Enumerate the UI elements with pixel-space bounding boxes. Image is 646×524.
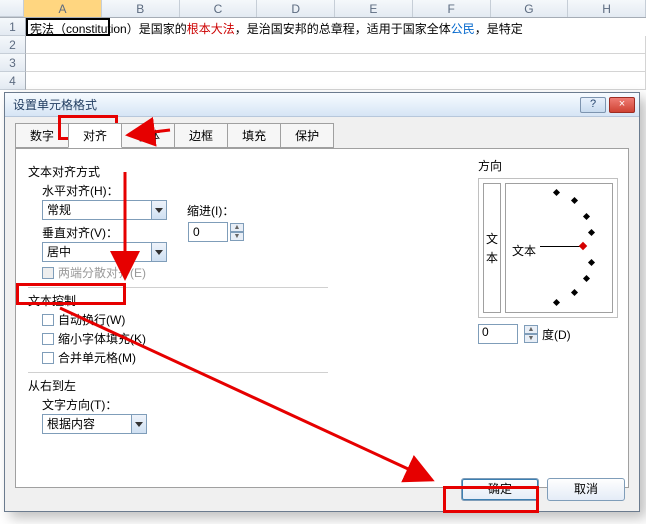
help-button[interactable]: ? — [580, 97, 606, 113]
tab-border[interactable]: 边框 — [174, 123, 228, 148]
indent-spinner[interactable]: ▲▼ — [230, 223, 244, 241]
select-all-corner[interactable] — [0, 0, 24, 17]
tab-fill[interactable]: 填充 — [227, 123, 281, 148]
text: 宪法（ — [30, 22, 66, 36]
cell-row-2[interactable] — [26, 36, 646, 54]
tab-alignment[interactable]: 对齐 — [68, 123, 122, 148]
col-header-g[interactable]: G — [491, 0, 569, 17]
text-direction-combo[interactable]: 根据内容 — [42, 414, 132, 434]
degree-label: 度(D) — [542, 326, 571, 343]
row-header-1[interactable]: 1 — [0, 18, 26, 36]
text-highlight: 根本大法 — [187, 22, 235, 36]
format-cells-dialog: 设置单元格格式 ? × 数字 对齐 字体 边框 填充 保护 文本对齐方式 水平对… — [4, 92, 640, 512]
dialog-title: 设置单元格格式 — [13, 96, 97, 113]
tab-protection[interactable]: 保护 — [280, 123, 334, 148]
col-header-b[interactable]: B — [102, 0, 180, 17]
col-header-c[interactable]: C — [180, 0, 258, 17]
text-direction-dropdown-button[interactable] — [131, 414, 147, 434]
cell-row-3[interactable] — [26, 54, 646, 72]
v-align-combo[interactable]: 居中 — [42, 242, 152, 262]
col-header-f[interactable]: F — [413, 0, 491, 17]
hyperlink[interactable]: 公民 — [451, 22, 475, 36]
text-direction-label: 文字方向(T)： — [42, 396, 616, 413]
chevron-down-icon — [155, 250, 163, 255]
degree-spinner[interactable]: ▲▼ — [524, 325, 538, 343]
tab-strip: 数字 对齐 字体 边框 填充 保护 — [15, 123, 633, 148]
degree-input[interactable]: 0 — [478, 324, 518, 344]
tab-number[interactable]: 数字 — [15, 123, 69, 148]
dial-handle-icon — [579, 242, 587, 250]
dial-text-label: 文本 — [512, 242, 536, 259]
ok-button[interactable]: 确定 — [461, 478, 539, 501]
chevron-down-icon — [155, 208, 163, 213]
v-align-dropdown-button[interactable] — [151, 242, 167, 262]
titlebar[interactable]: 设置单元格格式 ? × — [5, 93, 639, 117]
shrink-label: 缩小字体填充(K) — [58, 330, 146, 347]
row-header-3[interactable]: 3 — [0, 54, 26, 72]
col-header-a[interactable]: A — [24, 0, 102, 17]
dialog-body: 文本对齐方式 水平对齐(H)： 常规 缩进(I)： 0 ▲▼ 垂直对齐(V)： … — [15, 148, 629, 488]
vertical-text-button[interactable]: 文 本 — [483, 183, 501, 313]
cell-a1[interactable]: 宪法（constitution）是国家的根本大法，是治国安邦的总章程，适用于国家… — [26, 18, 110, 36]
h-align-dropdown-button[interactable] — [151, 200, 167, 220]
indent-input[interactable]: 0 — [188, 222, 228, 242]
text: constitution — [66, 22, 127, 36]
col-header-h[interactable]: H — [568, 0, 646, 17]
row-header-2[interactable]: 2 — [0, 36, 26, 54]
rtl-group-label: 从右到左 — [28, 377, 616, 394]
tab-font[interactable]: 字体 — [121, 123, 175, 148]
spreadsheet-grid: A B C D E F G H 1 宪法（constitution）是国家的根本… — [0, 0, 646, 90]
justify-label: 两端分散对齐(E) — [58, 264, 146, 281]
wrap-text-label: 自动换行(W) — [58, 311, 125, 328]
column-headers: A B C D E F G H — [0, 0, 646, 18]
orientation-dial[interactable]: 文本 — [505, 183, 613, 313]
cancel-button[interactable]: 取消 — [547, 478, 625, 501]
close-button[interactable]: × — [609, 97, 635, 113]
text: ）是国家的 — [127, 22, 187, 36]
vertical-text-label: 本 — [486, 249, 498, 266]
justify-checkbox — [42, 267, 54, 279]
cell-row-4[interactable] — [26, 72, 646, 90]
text: ，是治国安邦的总章程，适用于国家全体 — [235, 22, 451, 36]
col-header-e[interactable]: E — [335, 0, 413, 17]
orientation-group-label: 方向 — [478, 157, 618, 174]
text: ，是特定 — [475, 22, 523, 36]
chevron-down-icon — [135, 422, 143, 427]
merge-label: 合并单元格(M) — [58, 349, 136, 366]
indent-label: 缩进(I)： — [187, 202, 234, 219]
shrink-checkbox[interactable] — [42, 333, 54, 345]
vertical-text-label: 文 — [486, 230, 498, 247]
merge-checkbox[interactable] — [42, 352, 54, 364]
row-header-4[interactable]: 4 — [0, 72, 26, 90]
wrap-text-checkbox[interactable] — [42, 314, 54, 326]
col-header-d[interactable]: D — [257, 0, 335, 17]
h-align-combo[interactable]: 常规 — [42, 200, 152, 220]
